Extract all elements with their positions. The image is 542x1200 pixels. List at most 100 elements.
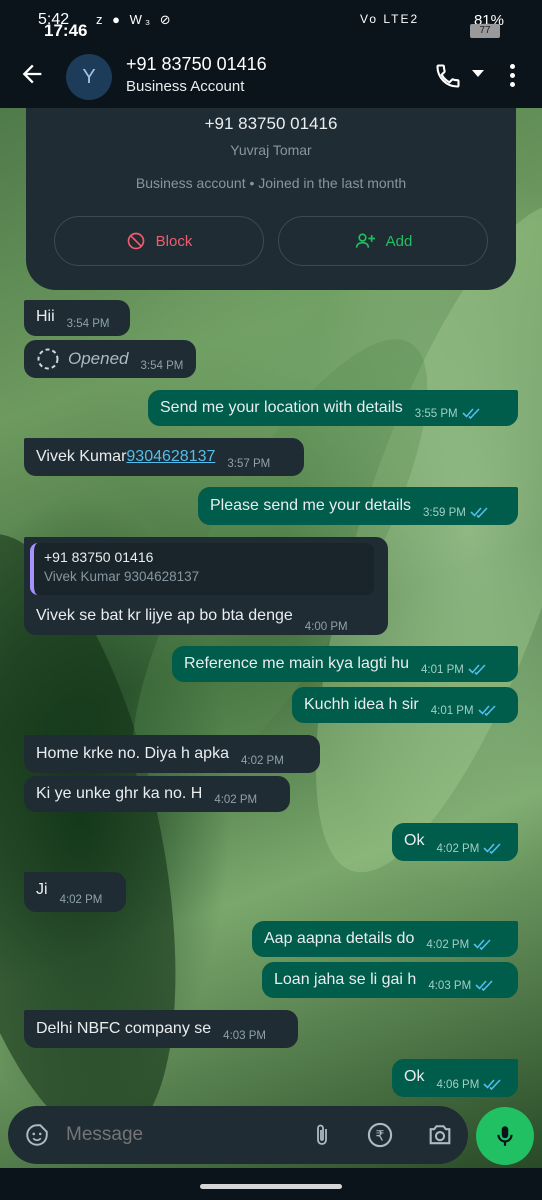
message-input[interactable] [66, 1118, 296, 1152]
read-receipt-icon [475, 980, 493, 991]
message-time: 4:01 PM [421, 664, 464, 676]
business-phone: +91 83750 01416 [204, 114, 338, 133]
add-person-icon [355, 233, 375, 248]
phone-link[interactable]: 9304628137 [126, 448, 215, 466]
message-time: 3:59 PM [423, 507, 466, 519]
signal-label: Vo LTE2 [360, 12, 420, 26]
svg-text:₹: ₹ [376, 1128, 385, 1144]
message-time: 3:55 PM [414, 408, 458, 420]
message-meta: 3:59 PM [423, 506, 490, 519]
voice-record-button[interactable] [476, 1107, 534, 1165]
status-bar: 5:42 17:46 z ● W₃ ⊘ Vo LTE2 81% 77 [0, 0, 542, 40]
read-receipt-icon [473, 939, 491, 950]
message-text: Ji [36, 881, 48, 898]
payment-rupee-icon[interactable]: ₹ [366, 1121, 394, 1149]
status-time: 17:46 [44, 21, 88, 40]
phone-call-icon[interactable] [434, 62, 462, 95]
message-text: Home krke no. Diya h apka [36, 745, 229, 762]
message-bubble[interactable]: Send me your location with details 3:55 … [148, 390, 518, 426]
read-receipt-icon [483, 843, 501, 854]
message-time: 4:03 PM [428, 980, 472, 992]
message-bubble[interactable]: Ki ye unke ghr ka no. H 4:02 PM [24, 776, 290, 812]
sticker-icon[interactable] [24, 1122, 50, 1148]
message-text: Loan jaha se li gai h [274, 971, 417, 988]
read-receipt-icon [483, 1079, 501, 1090]
quoted-sender: +91 83750 01416 [44, 549, 154, 565]
business-info: Business account • Joined in the last mo… [135, 175, 407, 191]
message-composer: ₹ [8, 1106, 468, 1164]
message-text: Hii [36, 308, 55, 325]
message-bubble[interactable]: Ji 4:02 PM [24, 872, 126, 912]
message-text: Vivek se bat kr lijye ap bo bta denge [36, 607, 293, 624]
more-options-icon[interactable] [508, 64, 516, 91]
message-time: 4:02 PM [436, 843, 480, 855]
message-text: Aap aapna details do [264, 930, 415, 947]
message-time: 4:00 PM [304, 621, 348, 633]
business-name: Yuvraj Tomar [230, 142, 312, 158]
back-arrow-icon[interactable] [18, 60, 48, 90]
add-contact-button[interactable]: Add [278, 216, 488, 266]
read-receipt-icon [468, 664, 486, 675]
message-bubble[interactable]: Kuchh idea h sir 4:01 PM [292, 687, 518, 723]
message-text: Ok [404, 832, 425, 849]
chat-header: Y +91 83750 01416 Business Account [0, 40, 542, 108]
message-time: 4:02 PM [426, 939, 470, 951]
message-meta: 3:55 PM [415, 407, 482, 420]
add-label: Add [385, 232, 413, 250]
message-bubble[interactable]: Loan jaha se li gai h 4:03 PM [262, 962, 518, 998]
call-dropdown-icon[interactable] [472, 70, 484, 77]
message-text: Delhi NBFC company se [36, 1020, 212, 1037]
message-text: Please send me your details [210, 497, 411, 514]
message-text: Opened [68, 349, 129, 368]
message-bubble-with-reply[interactable]: +91 83750 01416 Vivek Kumar 9304628137 V… [24, 537, 388, 635]
contact-title[interactable]: +91 83750 01416 [126, 54, 267, 75]
contact-subtitle: Business Account [126, 78, 245, 95]
message-meta: 4:01 PM [431, 704, 498, 717]
message-bubble[interactable]: Please send me your details 3:59 PM [198, 487, 518, 525]
message-time: 4:02 PM [214, 794, 258, 806]
home-indicator[interactable] [200, 1184, 342, 1189]
read-receipt-icon [477, 705, 496, 716]
message-bubble[interactable]: Opened 3:54 PM [24, 340, 196, 378]
message-time: 4:03 PM [223, 1030, 266, 1042]
message-bubble[interactable]: Aap aapna details do 4:02 PM [252, 921, 518, 957]
avatar[interactable]: Y [66, 54, 112, 100]
status-badge: 77 [470, 24, 500, 38]
read-receipt-icon [462, 408, 480, 419]
message-bubble[interactable]: Reference me main kya lagti hu 4:01 PM [172, 646, 518, 682]
microphone-icon [497, 1126, 513, 1146]
block-icon [127, 232, 144, 250]
message-text: Ki ye unke ghr ka no. H [36, 785, 203, 802]
message-time: 4:02 PM [240, 755, 284, 767]
message-time: 3:54 PM [66, 318, 110, 330]
message-time: 4:01 PM [430, 705, 474, 717]
message-bubble[interactable]: Vivek Kumar 9304628137 3:57 PM [24, 438, 304, 476]
message-text: Reference me main kya lagti hu [184, 655, 409, 672]
message-bubble[interactable]: Delhi NBFC company se 4:03 PM [24, 1010, 298, 1048]
quoted-message[interactable]: +91 83750 01416 Vivek Kumar 9304628137 [30, 543, 374, 595]
attach-icon[interactable] [310, 1122, 334, 1148]
message-bubble[interactable]: Ok 4:06 PM [392, 1059, 518, 1097]
read-receipt-icon [470, 507, 488, 518]
message-meta: 4:01 PM [421, 663, 488, 676]
message-text: Kuchh idea h sir [304, 696, 419, 713]
view-once-opened-icon [37, 348, 59, 370]
message-bubble[interactable]: Home krke no. Diya h apka 4:02 PM [24, 735, 320, 773]
block-label: Block [155, 232, 193, 250]
message-meta: 4:02 PM [436, 842, 503, 855]
message-time: 3:54 PM [140, 360, 184, 372]
message-meta: 4:02 PM [426, 938, 493, 951]
message-text: Ok [404, 1068, 425, 1085]
camera-icon[interactable] [426, 1121, 454, 1149]
quoted-text: Vivek Kumar 9304628137 [44, 569, 200, 584]
message-bubble[interactable]: Ok 4:02 PM [392, 823, 518, 861]
gesture-navigation-bar [0, 1168, 542, 1200]
notification-icons: z ● W₃ ⊘ [96, 12, 174, 27]
message-time: 3:57 PM [227, 458, 271, 470]
message-meta: 4:06 PM [436, 1078, 503, 1091]
message-text: Vivek Kumar [36, 448, 127, 465]
message-time: 4:02 PM [59, 894, 103, 906]
message-text: Send me your location with details [160, 399, 403, 416]
block-button[interactable]: Block [54, 216, 264, 266]
message-bubble[interactable]: Hii 3:54 PM [24, 300, 130, 336]
